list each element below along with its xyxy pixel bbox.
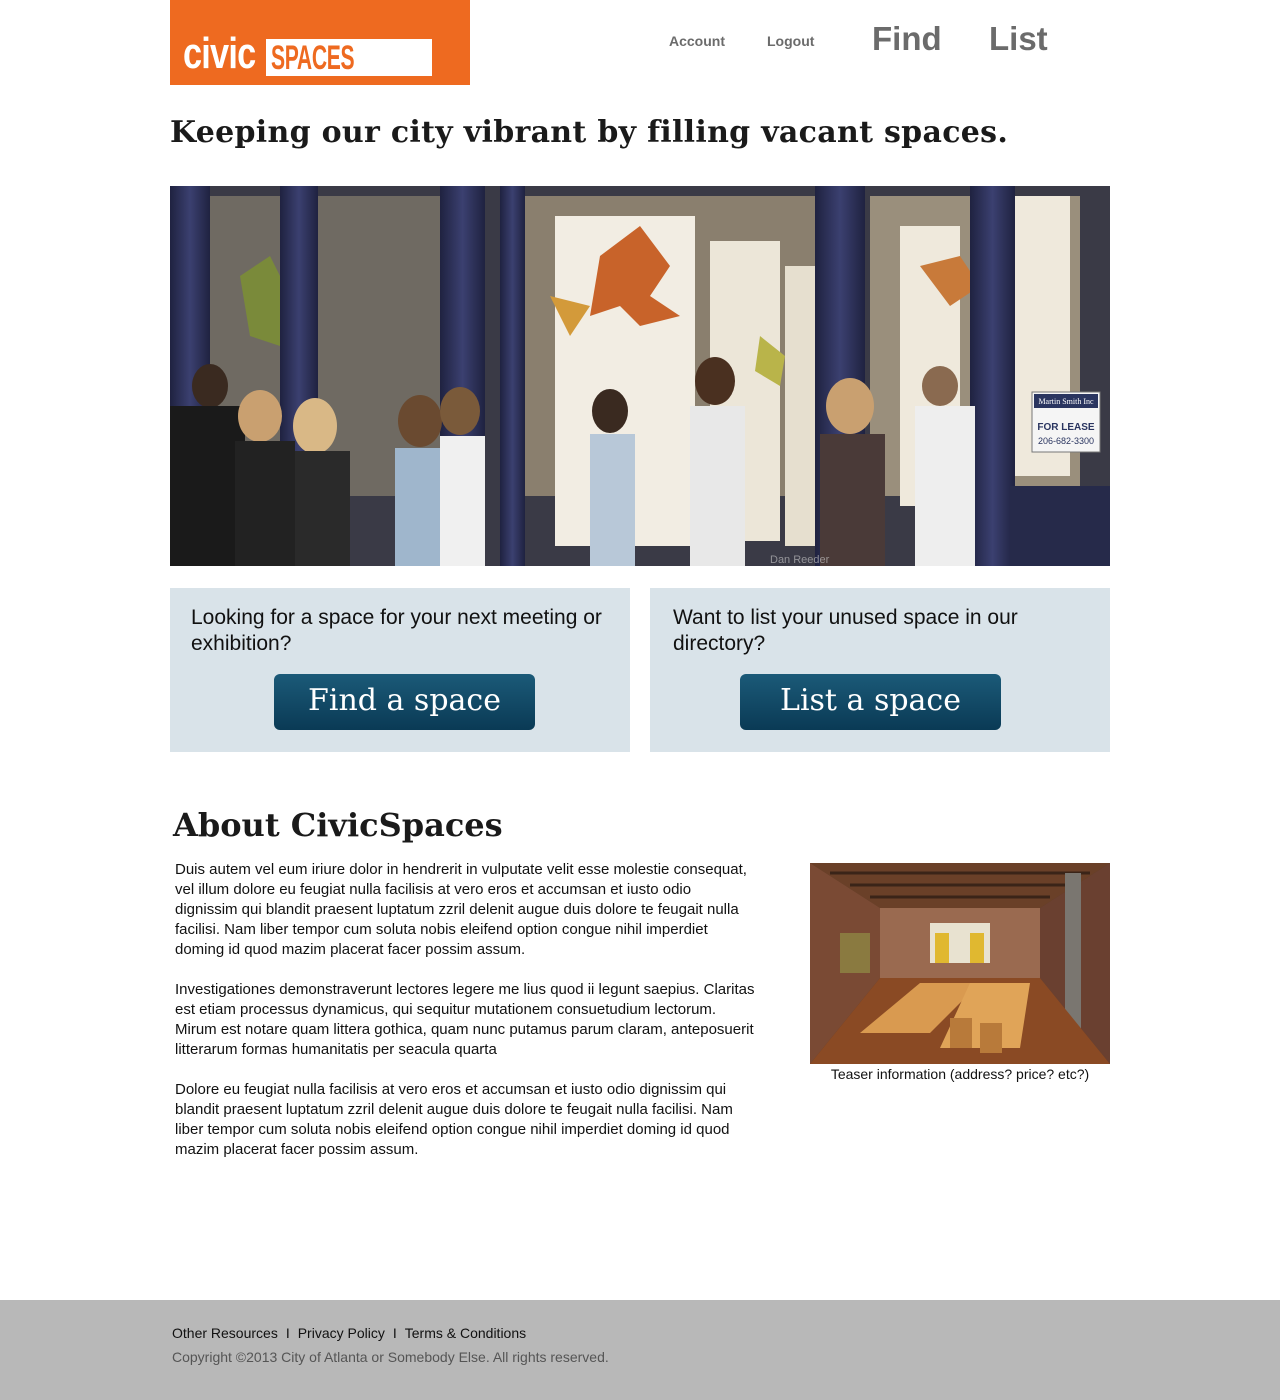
sign-phone-text: 206-682-3300 xyxy=(1038,436,1094,446)
nav-list-link[interactable]: List xyxy=(989,20,1048,58)
hero-image: Martin Smith Inc FOR LEASE 206-682-3300 … xyxy=(170,186,1110,566)
footer-link-terms[interactable]: Terms & Conditions xyxy=(405,1325,526,1341)
footer-link-other-resources[interactable]: Other Resources xyxy=(172,1325,278,1341)
find-space-prompt: Looking for a space for your next meetin… xyxy=(191,606,602,655)
footer-separator: I xyxy=(392,1325,397,1341)
about-paragraph: Investigationes demonstraverunt lectores… xyxy=(175,981,755,1058)
logo-spaces-box: SPACES xyxy=(266,39,432,76)
copyright-text: Copyright ©2013 City of Atlanta or Someb… xyxy=(172,1349,609,1365)
list-a-space-button[interactable]: List a space xyxy=(740,674,1001,730)
about-body: Duis autem vel eum iriure dolor in hendr… xyxy=(175,860,755,1180)
about-paragraph: Duis autem vel eum iriure dolor in hendr… xyxy=(175,861,747,958)
nav-logout-link[interactable]: Logout xyxy=(767,33,814,49)
logo-word-spaces: SPACES xyxy=(271,39,355,77)
footer-separator: I xyxy=(285,1325,290,1341)
footer-links: Other Resources I Privacy Policy I Terms & C… xyxy=(172,1325,526,1341)
find-space-panel: Looking for a space for your next meetin… xyxy=(170,588,630,752)
footer-link-privacy-policy[interactable]: Privacy Policy xyxy=(298,1325,385,1341)
teaser-image[interactable] xyxy=(810,863,1110,1064)
logo[interactable]: civic SPACES xyxy=(170,0,470,85)
sign-for-lease-text: FOR LEASE xyxy=(1037,422,1095,433)
page-tagline: Keeping our city vibrant by filling vaca… xyxy=(170,115,1009,150)
sign-company-text: Martin Smith Inc xyxy=(1038,397,1094,406)
nav-account-link[interactable]: Account xyxy=(669,33,725,49)
logo-word-civic: civic xyxy=(183,29,256,78)
footer: Other Resources I Privacy Policy I Terms & C… xyxy=(0,1300,1280,1400)
teaser-caption: Teaser information (address? price? etc?… xyxy=(830,1066,1090,1082)
find-a-space-button[interactable]: Find a space xyxy=(274,674,535,730)
nav-find-link[interactable]: Find xyxy=(872,20,942,58)
list-space-panel: Want to list your unused space in our di… xyxy=(650,588,1110,752)
about-title: About CivicSpaces xyxy=(173,806,503,844)
list-space-prompt: Want to list your unused space in our di… xyxy=(673,606,1018,655)
photo-credit-text: Dan Reeder xyxy=(770,554,830,566)
about-paragraph: Dolore eu feugiat nulla facilisis at ver… xyxy=(175,1081,733,1158)
